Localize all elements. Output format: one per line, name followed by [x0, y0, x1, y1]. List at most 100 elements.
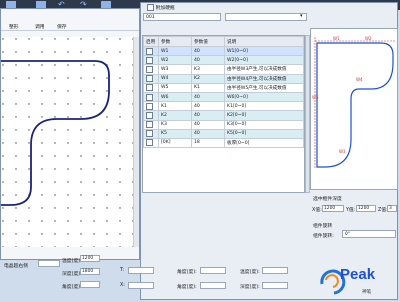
row-value-cell[interactable]: 40: [191, 128, 225, 139]
params-table-container: 启用 参数 参数值 说明 W1 40 W1[0~0] W2 40 W2[0~0] W3 K3 由…: [142, 35, 305, 193]
row-value-cell[interactable]: 40: [191, 45, 225, 57]
menu-save[interactable]: 保存: [57, 23, 67, 30]
dialog-scrollbar[interactable]: [133, 37, 139, 247]
row-enable-cell[interactable]: [143, 91, 159, 103]
header-desc: 说明: [224, 36, 304, 47]
row-enable-checkbox[interactable]: [146, 102, 153, 110]
row-value-cell[interactable]: 18: [191, 137, 225, 149]
temp-input[interactable]: 1200: [80, 255, 100, 262]
x-input-value: 1200: [324, 206, 336, 211]
row-value-cell[interactable]: K2: [191, 73, 225, 84]
row-desc-cell: 板厚[0~0]: [224, 137, 304, 149]
row-desc-cell: 由半径W3产生,可以决成数值: [224, 64, 304, 75]
y-input-value: 1200: [358, 206, 370, 211]
sub-combo[interactable]: [225, 13, 307, 21]
row-value-cell[interactable]: K3: [191, 64, 225, 75]
row-enable-cell[interactable]: [143, 101, 159, 112]
shape-dialog: 整形 调用 保存: [0, 8, 140, 260]
rotate-combo[interactable]: 0°: [342, 230, 396, 238]
row-desc-cell: K2[0~0]: [224, 110, 304, 121]
row-value-cell[interactable]: K1: [191, 82, 225, 93]
row-value-cell[interactable]: 40: [191, 101, 225, 112]
row-enable-checkbox[interactable]: [146, 93, 153, 101]
dialog-menu-bar: 整形 调用 保存: [1, 21, 139, 31]
row-enable-checkbox[interactable]: [146, 111, 153, 119]
table-row[interactable]: W6 40 W6[0~0]: [143, 91, 304, 103]
temp-label-2: 温度(度):: [240, 270, 260, 275]
row-desc-cell: K1[0~0]: [224, 101, 304, 112]
temp-input-2[interactable]: [262, 267, 288, 274]
row-enable-checkbox[interactable]: [146, 56, 153, 64]
depth-input[interactable]: 1800: [80, 268, 100, 275]
row-value-cell[interactable]: 40: [191, 91, 225, 103]
table-row[interactable]: K5 40 K5[0~0]: [143, 128, 304, 139]
toolbar-icon-2[interactable]: [36, 1, 46, 8]
row-enable-checkbox[interactable]: [146, 47, 153, 55]
row-value-cell[interactable]: 40: [191, 119, 225, 130]
row-param-cell: W5: [158, 82, 192, 93]
model-combo[interactable]: 001: [143, 13, 221, 21]
sub-combo-arrow-icon[interactable]: ▾: [300, 13, 303, 19]
corner-input-2[interactable]: [200, 282, 226, 289]
row-enable-checkbox[interactable]: [146, 121, 153, 129]
table-row[interactable]: K3 40 K3[0~0]: [143, 119, 304, 130]
bottom-left-label: 电晶超右侧: [4, 264, 28, 269]
row-enable-cell[interactable]: [143, 64, 159, 75]
menu-call[interactable]: 调用: [35, 23, 45, 30]
x-dim-label: X:: [120, 283, 125, 288]
row-enable-cell[interactable]: [143, 55, 159, 66]
t-input[interactable]: [128, 267, 154, 274]
row-value-cell[interactable]: 40: [191, 110, 225, 121]
row-desc-cell: W6[0~0]: [224, 91, 304, 103]
table-row[interactable]: W5 K1 由半径W5产生,可以决成数值: [143, 82, 304, 93]
temp-input-value: 1200: [82, 256, 94, 261]
row-enable-checkbox[interactable]: [146, 139, 153, 147]
row-enable-cell[interactable]: [143, 119, 159, 130]
dim-label-w1: W1: [333, 36, 340, 41]
table-row[interactable]: W4 K2 由半径W4产生,可以决成数值: [143, 73, 304, 84]
extra-checkbox-label: 附加硬瓶: [155, 6, 175, 11]
toolbar-icon-3[interactable]: [101, 1, 111, 8]
dim-label-w2: W2: [365, 36, 372, 41]
section-rotate-title: 组件旋转: [313, 224, 333, 229]
row-enable-cell[interactable]: [143, 82, 159, 93]
table-row[interactable]: K2 40 K2[0~0]: [143, 110, 304, 121]
table-row[interactable]: [0K] 18 板厚[0~0]: [143, 137, 304, 149]
row-value-cell[interactable]: 40: [191, 55, 225, 66]
row-param-cell: K3: [158, 119, 192, 130]
corner-label-1: 角度(度):: [177, 270, 197, 275]
preview-panel: W1 W2 W5 W4 W3: [310, 28, 398, 190]
extra-checkbox-row[interactable]: 附加硬瓶: [147, 4, 175, 11]
drawing-canvas[interactable]: [1, 37, 139, 247]
row-enable-cell[interactable]: [143, 73, 159, 84]
toolbar-icon-1[interactable]: [6, 1, 16, 8]
row-enable-checkbox[interactable]: [146, 84, 153, 92]
table-row[interactable]: W2 40 W2[0~0]: [143, 55, 304, 66]
row-enable-cell[interactable]: [143, 45, 159, 57]
extra-checkbox[interactable]: [147, 4, 154, 11]
header-value: 参数值: [191, 36, 225, 47]
corner-input-3[interactable]: [80, 281, 100, 288]
x-input[interactable]: 1200: [322, 205, 344, 212]
row-enable-checkbox[interactable]: [146, 130, 153, 138]
row-enable-cell[interactable]: [143, 110, 159, 121]
table-row[interactable]: K1 40 K1[0~0]: [143, 101, 304, 112]
row-enable-cell[interactable]: [143, 137, 159, 149]
bottom-left-input[interactable]: [38, 260, 60, 267]
depth-input-2[interactable]: [262, 282, 288, 289]
params-table: 启用 参数 参数值 说明 W1 40 W1[0~0] W2 40 W2[0~0] W3 K3 由…: [143, 36, 304, 149]
row-desc-cell: 由半径W5产生,可以决成数值: [224, 82, 304, 93]
row-param-cell: W6: [158, 91, 192, 103]
x-dim-input[interactable]: [128, 282, 154, 289]
menu-shape[interactable]: 整形: [9, 23, 19, 30]
z-input[interactable]: 3: [387, 205, 397, 212]
z-input-value: 3: [389, 206, 392, 211]
x-label: X值:: [312, 208, 322, 213]
row-enable-checkbox[interactable]: [146, 65, 153, 73]
y-input[interactable]: 1200: [356, 205, 376, 212]
table-row[interactable]: W3 K3 由半径W3产生,可以决成数值: [143, 64, 304, 75]
row-enable-checkbox[interactable]: [146, 75, 153, 83]
table-row[interactable]: W1 40 W1[0~0]: [143, 45, 304, 57]
row-enable-cell[interactable]: [143, 128, 159, 139]
corner-input-1[interactable]: [200, 267, 226, 274]
